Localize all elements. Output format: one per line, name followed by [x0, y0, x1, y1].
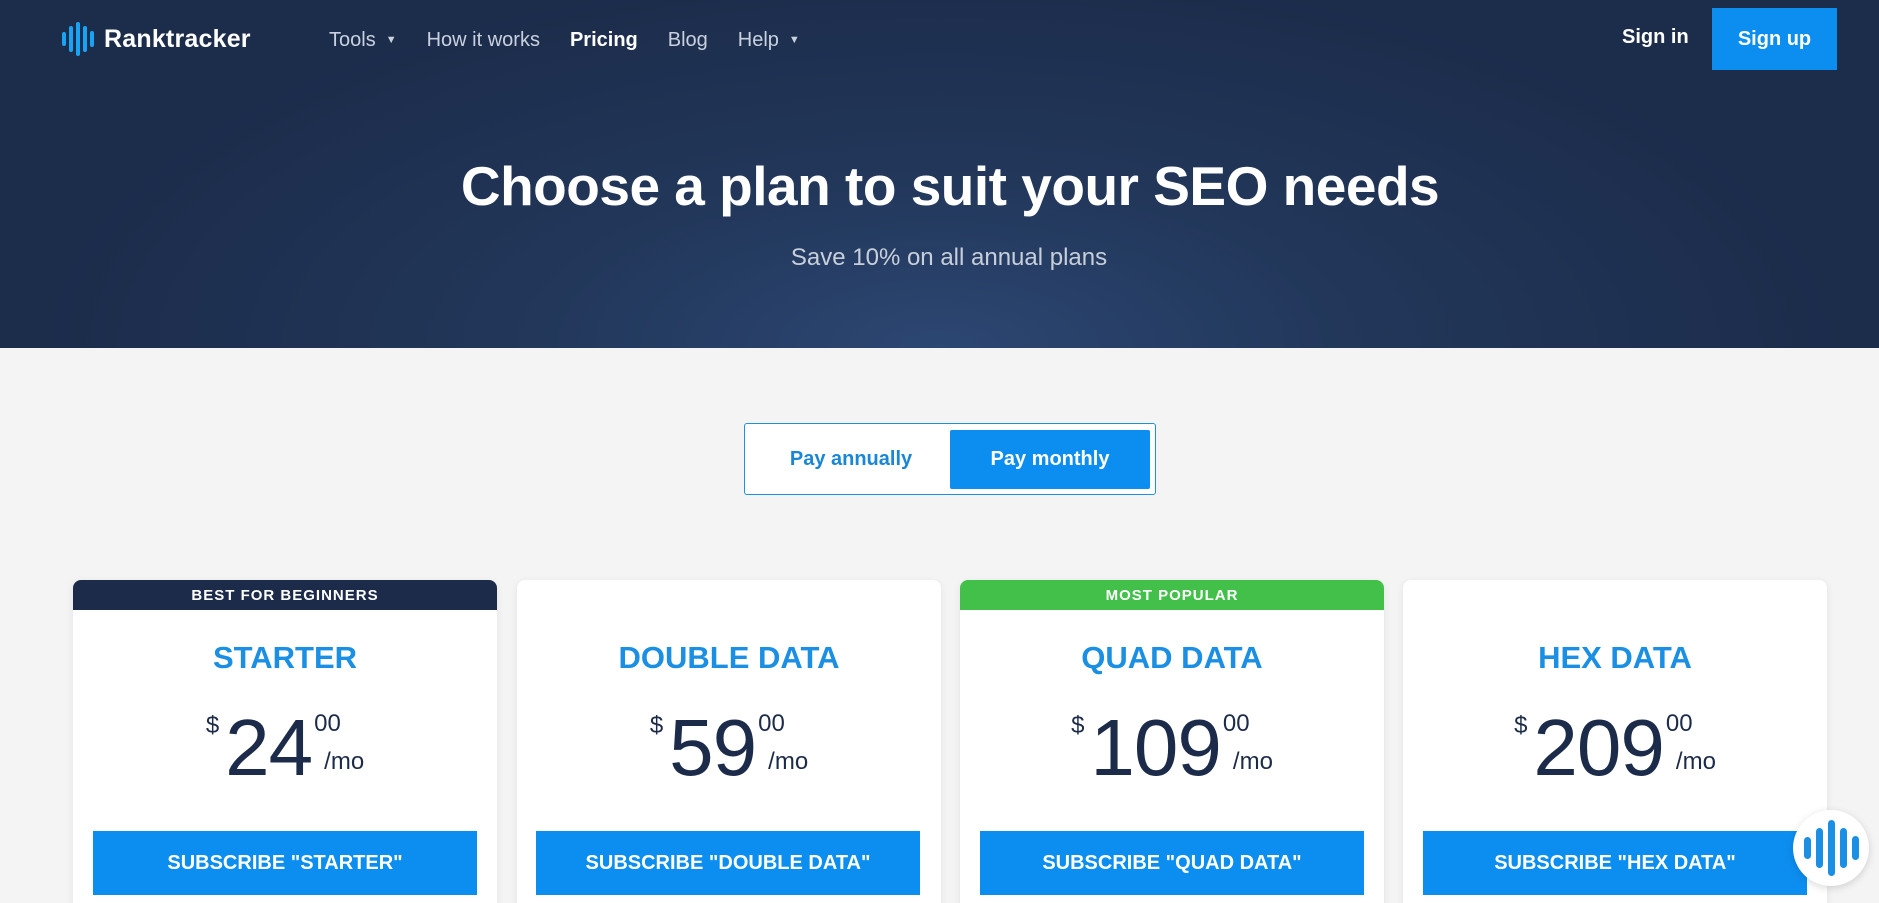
nav-item-tools[interactable]: Tools ▼	[329, 29, 397, 52]
subscribe-quad-data-button[interactable]: SUBSCRIBE "QUAD DATA"	[980, 831, 1364, 895]
price-currency: $	[205, 712, 220, 739]
logo[interactable]: Ranktracker	[62, 20, 251, 58]
price-period: /mo	[1675, 748, 1716, 775]
hero-section: Ranktracker Tools ▼ How it works Pricing…	[0, 0, 1879, 348]
nav-item-label: Help	[737, 28, 779, 51]
price-cents: 00	[314, 710, 341, 737]
price-currency: $	[1514, 712, 1528, 739]
main-nav: Tools ▼ How it works Pricing Blog Help ▼	[329, 26, 830, 54]
price-currency: $	[1071, 712, 1085, 739]
nav-item-blog[interactable]: Blog	[668, 29, 708, 52]
plan-name: DOUBLE DATA	[618, 640, 840, 675]
nav-item-label: Pricing	[569, 28, 638, 51]
price-cents: 00	[1665, 710, 1693, 737]
price-period: /mo	[768, 748, 809, 775]
sign-up-button[interactable]: Sign up	[1712, 8, 1837, 70]
nav-item-pricing[interactable]: Pricing	[570, 29, 638, 52]
plan-name: HEX DATA	[1538, 640, 1692, 675]
price-currency: $	[649, 712, 664, 739]
subscribe-double-data-button[interactable]: SUBSCRIBE "DOUBLE DATA"	[536, 831, 920, 895]
price-period: /mo	[324, 748, 365, 775]
price-amount: 59	[669, 703, 757, 792]
subscribe-starter-button[interactable]: SUBSCRIBE "STARTER"	[93, 831, 477, 895]
pay-annually-option[interactable]: Pay annually	[751, 430, 951, 489]
billing-toggle: Pay annually Pay monthly	[744, 423, 1156, 495]
price-period: /mo	[1232, 748, 1273, 775]
plan-name: STARTER	[212, 640, 358, 675]
price-cents: 00	[758, 710, 785, 737]
page-title: Choose a plan to suit your SEO needs	[460, 155, 1440, 217]
caret-down-icon: ▼	[385, 34, 397, 46]
nav-item-help[interactable]: Help ▼	[738, 29, 800, 52]
caret-down-icon: ▼	[788, 34, 800, 46]
plan-price: $ 24 00 /mo	[73, 708, 497, 788]
price-amount: 24	[225, 703, 313, 792]
logo-bars-icon	[62, 22, 94, 56]
nav-item-how-it-works[interactable]: How it works	[427, 29, 540, 52]
chat-widget-button[interactable]	[1793, 810, 1869, 886]
plan-price: $ 59 00 /mo	[517, 708, 941, 788]
nav-item-label: Blog	[667, 28, 708, 51]
plan-name: QUAD DATA	[1081, 640, 1263, 675]
logo-text: Ranktracker	[104, 24, 251, 53]
plan-ribbon: MOST POPULAR	[960, 580, 1384, 610]
price-amount: 209	[1533, 703, 1664, 792]
plan-ribbon: BEST FOR BEGINNERS	[73, 580, 497, 610]
price-amount: 109	[1090, 703, 1221, 792]
sign-in-link[interactable]: Sign in	[1622, 26, 1689, 49]
pay-monthly-option[interactable]: Pay monthly	[950, 430, 1150, 489]
plan-price: $ 109 00 /mo	[960, 708, 1384, 788]
price-cents: 00	[1222, 710, 1250, 737]
nav-item-label: How it works	[426, 28, 540, 51]
subscribe-hex-data-button[interactable]: SUBSCRIBE "HEX DATA"	[1423, 831, 1807, 895]
chat-bars-icon	[1803, 820, 1859, 876]
nav-item-label: Tools	[329, 28, 376, 51]
plan-price: $ 209 00 /mo	[1403, 708, 1827, 788]
page-subtitle: Save 10% on all annual plans	[790, 244, 1108, 271]
